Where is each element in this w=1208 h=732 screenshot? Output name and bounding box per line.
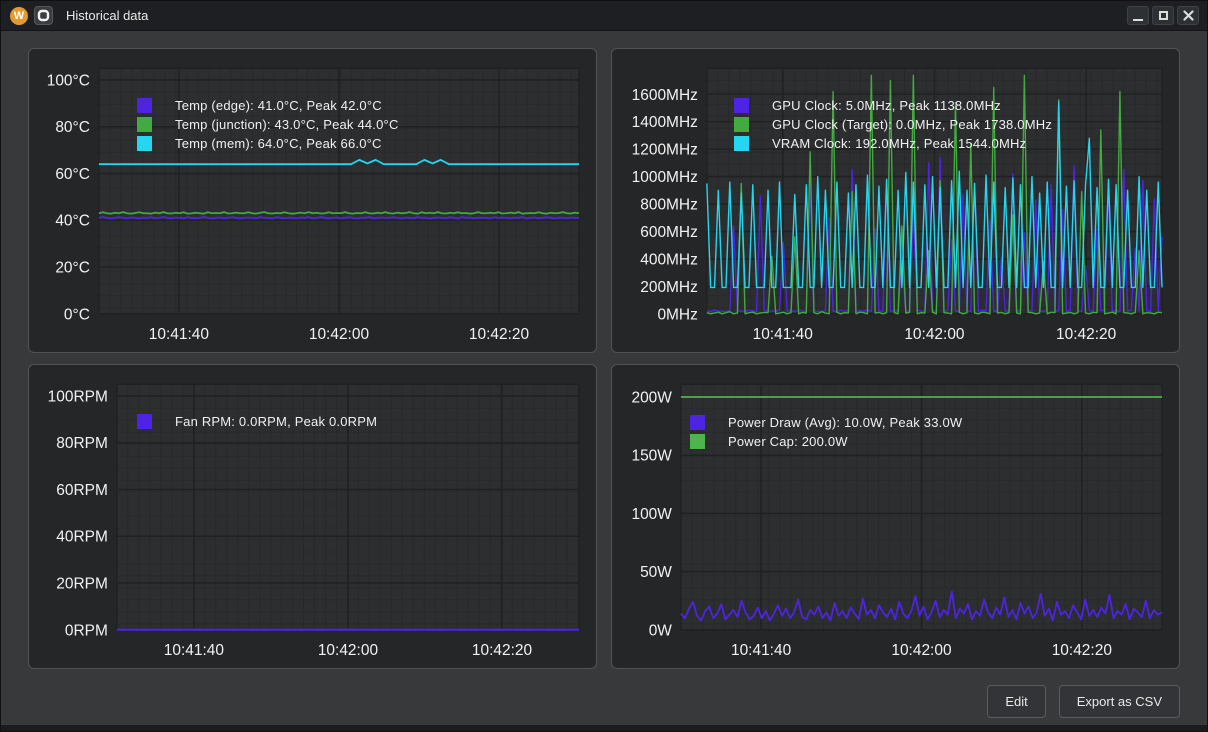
fan-chart: 0RPM 20RPM 40RPM 60RPM 80RPM 100RPM 10:41:40 10… [29,365,596,668]
edit-button[interactable]: Edit [987,685,1045,718]
footer-actions: Edit Export as CSV [28,685,1180,718]
x-axis-tick-label: 10:42:20 [1052,642,1112,659]
y-axis-tick-label: 100W [631,506,672,523]
y-axis-tick-label: 40RPM [56,529,108,546]
export-csv-button[interactable]: Export as CSV [1059,685,1180,718]
y-axis-tick-label: 100°C [47,72,90,89]
y-axis-tick-label: 800MHz [640,197,698,214]
fan-rpm-chart-panel: 0RPM 20RPM 40RPM 60RPM 80RPM 100RPM 10:41:40 10… [28,364,597,669]
y-axis-tick-label: 150W [631,448,672,465]
y-axis-tick-label: 80RPM [56,435,108,452]
wm-icon: W [10,7,28,25]
temperature-chart-panel: 0°C 20°C 40°C 60°C 80°C 100°C 10:41:40 10:42:00… [28,48,597,353]
y-axis-tick-label: 1400MHz [632,114,698,131]
minimize-button[interactable] [1127,6,1149,25]
window-bottom-edge [1,725,1207,731]
window-controls [1127,6,1201,25]
app-window: W Historical data 0°C 20°C 40°C 60°C 80°C 100… [0,0,1208,732]
wm-icon-letter: W [14,10,24,22]
x-axis-tick-label: 10:42:00 [891,642,951,659]
y-axis-tick-label: 80°C [55,119,90,136]
y-axis-tick-label: 200MHz [640,279,698,296]
x-axis-tick-label: 10:42:20 [472,642,532,659]
power-chart-panel: 0W 50W 100W 150W 200W 10:41:40 10:42:00 10:42:2… [611,364,1180,669]
titlebar[interactable]: W Historical data [1,1,1207,31]
power-chart: 0W 50W 100W 150W 200W 10:41:40 10:42:00 10:42:2… [612,365,1179,668]
gpu_clock-chart: 0MHz 200MHz 400MHz 600MHz 800MHz 1000MHz 1200M… [612,49,1179,352]
maximize-icon [1159,11,1168,20]
content-area: 0°C 20°C 40°C 60°C 80°C 100°C 10:41:40 10:42:00… [1,31,1207,725]
x-axis-tick-label: 10:42:20 [1056,326,1116,343]
charts-grid: 0°C 20°C 40°C 60°C 80°C 100°C 10:41:40 10:42:00… [28,48,1180,669]
y-axis-tick-label: 60RPM [56,482,108,499]
y-axis-tick-label: 0MHz [657,306,697,323]
close-icon [1183,10,1194,21]
x-axis-tick-label: 10:41:40 [753,326,813,343]
minimize-icon [1133,19,1143,21]
y-axis-tick-label: 20RPM [56,576,108,593]
y-axis-tick-label: 0RPM [65,622,108,639]
y-axis-tick-label: 100RPM [48,388,108,405]
y-axis-tick-label: 40°C [55,213,90,230]
window-title: Historical data [66,8,148,23]
y-axis-tick-label: 400MHz [640,251,698,268]
app-icon [37,9,50,22]
x-axis-tick-label: 10:42:00 [318,642,378,659]
x-axis-tick-label: 10:41:40 [149,326,209,343]
x-axis-tick-label: 10:42:00 [904,326,964,343]
y-axis-tick-label: 0W [649,622,673,639]
app-menu-button[interactable] [34,6,53,25]
x-axis-tick-label: 10:41:40 [731,642,791,659]
y-axis-tick-label: 600MHz [640,224,698,241]
temperature-chart: 0°C 20°C 40°C 60°C 80°C 100°C 10:41:40 10:42:00… [29,49,596,352]
y-axis-tick-label: 20°C [55,260,90,277]
y-axis-tick-label: 50W [640,564,672,581]
maximize-button[interactable] [1152,6,1174,25]
y-axis-tick-label: 0°C [64,306,90,323]
y-axis-tick-label: 1200MHz [632,142,698,159]
gpu-clock-chart-panel: 0MHz 200MHz 400MHz 600MHz 800MHz 1000MHz 1200M… [611,48,1180,353]
y-axis-tick-label: 60°C [55,166,90,183]
y-axis-tick-label: 200W [631,390,672,407]
x-axis-tick-label: 10:41:40 [164,642,224,659]
x-axis-tick-label: 10:42:00 [309,326,369,343]
close-button[interactable] [1177,6,1199,25]
x-axis-tick-label: 10:42:20 [469,326,529,343]
y-axis-tick-label: 1000MHz [632,169,698,186]
y-axis-tick-label: 1600MHz [632,87,698,104]
